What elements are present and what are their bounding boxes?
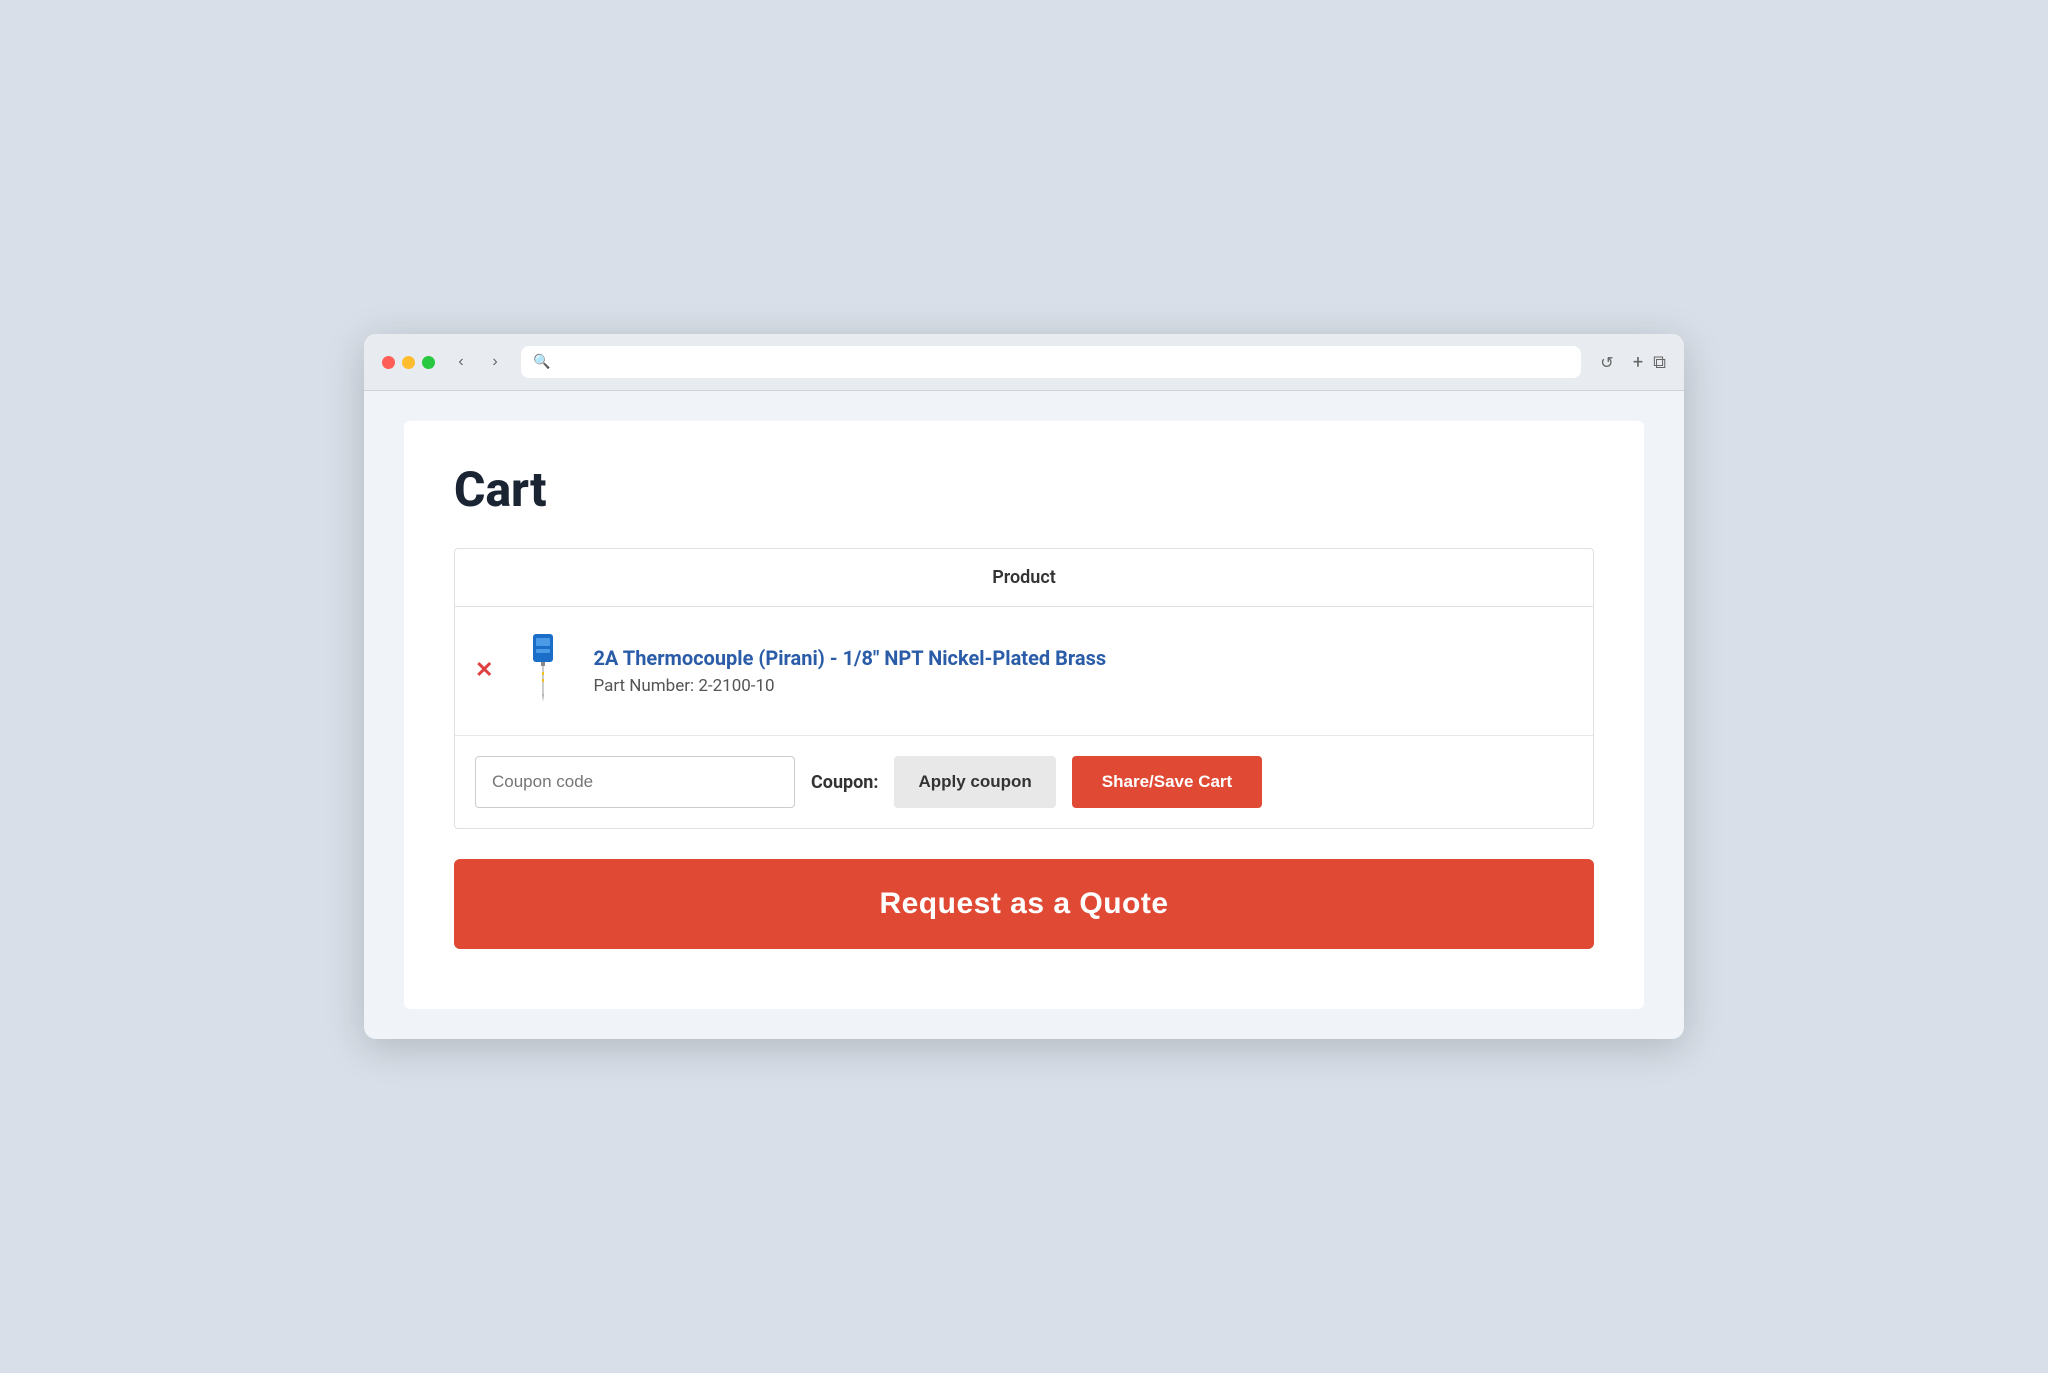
browser-actions: + ⧉: [1633, 352, 1666, 373]
duplicate-tab-icon[interactable]: ⧉: [1653, 352, 1666, 373]
coupon-code-input[interactable]: [475, 756, 795, 808]
forward-button[interactable]: ›: [481, 348, 509, 376]
back-button[interactable]: ‹: [447, 348, 475, 376]
browser-chrome: ‹ › 🔍 ↺ + ⧉: [364, 334, 1684, 391]
product-part-number: Part Number: 2-2100-10: [593, 676, 1573, 696]
page-title: Cart: [454, 461, 1594, 518]
coupon-row: Coupon: Apply coupon Share/Save Cart: [455, 736, 1593, 828]
product-image: [513, 631, 573, 711]
share-save-cart-button[interactable]: Share/Save Cart: [1072, 756, 1262, 808]
maximize-button[interactable]: [422, 356, 435, 369]
reload-button[interactable]: ↺: [1593, 348, 1621, 376]
cart-table: Product ✕: [454, 548, 1594, 829]
browser-content: Cart Product ✕: [404, 421, 1644, 1009]
table-column-header: Product: [455, 549, 1593, 607]
product-image-icon: [523, 634, 563, 709]
close-button[interactable]: [382, 356, 395, 369]
new-tab-icon[interactable]: +: [1633, 352, 1643, 373]
minimize-button[interactable]: [402, 356, 415, 369]
search-icon: 🔍: [533, 354, 550, 370]
product-name: 2A Thermocouple (Pirani) - 1/8″ NPT Nick…: [593, 646, 1573, 670]
product-info: 2A Thermocouple (Pirani) - 1/8″ NPT Nick…: [593, 646, 1573, 696]
traffic-lights: [382, 356, 435, 369]
apply-coupon-button[interactable]: Apply coupon: [894, 756, 1055, 808]
browser-window: ‹ › 🔍 ↺ + ⧉ Cart Product ✕: [364, 334, 1684, 1039]
coupon-label: Coupon:: [811, 772, 878, 793]
address-bar[interactable]: 🔍: [521, 346, 1581, 378]
remove-item-button[interactable]: ✕: [475, 660, 493, 682]
request-quote-button[interactable]: Request as a Quote: [454, 859, 1594, 949]
table-row: ✕: [455, 607, 1593, 736]
nav-buttons: ‹ ›: [447, 348, 509, 376]
